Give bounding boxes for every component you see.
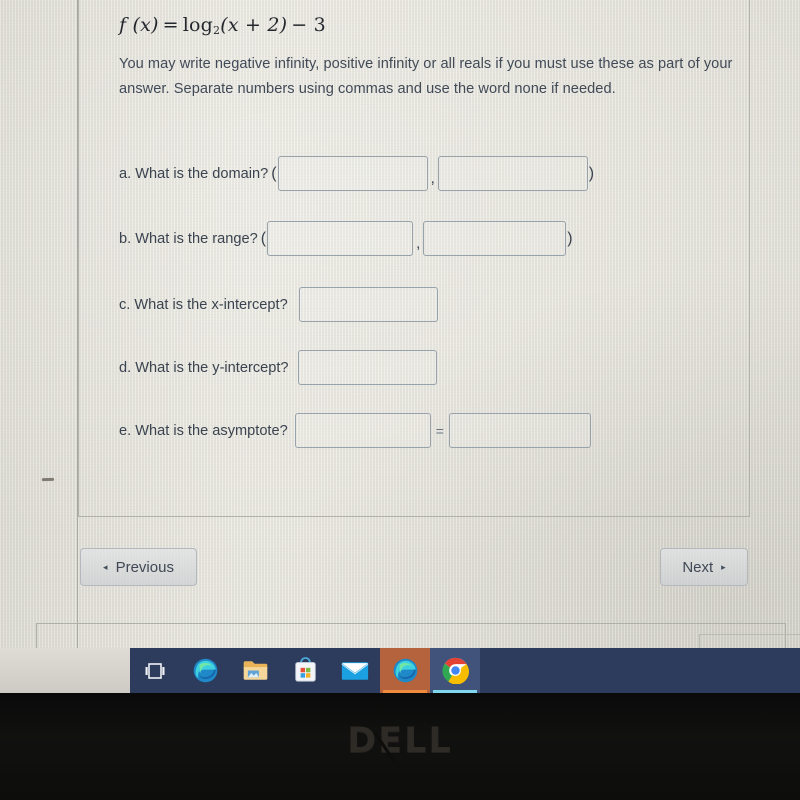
asymptote-variable-input[interactable]: [294, 413, 431, 448]
range-lower-input[interactable]: [267, 221, 414, 256]
range-upper-input[interactable]: [423, 221, 567, 256]
microsoft-edge-icon: [193, 658, 217, 683]
microsoft-edge-button[interactable]: [180, 648, 230, 693]
question-row-d: d. What is the y-intercept?: [119, 350, 437, 385]
chevron-left-icon: ◂: [103, 561, 108, 572]
browser-page-content: f (x) = log2(x + 2) − 3 You may write negat…: [0, 0, 800, 666]
domain-upper-input[interactable]: [437, 156, 588, 191]
file-explorer-icon: [243, 661, 267, 680]
comma-separator-a: ,: [430, 170, 435, 187]
question-label-a: a. What is the domain?: [119, 165, 269, 182]
screen-smudge: [41, 477, 55, 482]
file-explorer-button[interactable]: [230, 648, 280, 693]
question-label-d: d. What is the y-intercept?: [119, 359, 289, 376]
instructions-text: You may write negative infinity, positiv…: [119, 56, 733, 97]
chevron-right-icon: ▸: [721, 561, 726, 572]
task-view-button[interactable]: [130, 648, 180, 693]
dell-logo-letter-l2: L: [428, 721, 453, 761]
task-view-icon: [145, 662, 165, 679]
google-chrome-icon: [441, 657, 469, 684]
formula-tail: − 3: [291, 14, 326, 36]
mail-button[interactable]: [330, 648, 380, 693]
previous-button-label: Previous: [115, 558, 174, 576]
question-label-e: e. What is the asymptote?: [119, 422, 288, 439]
microsoft-edge-running-icon: [393, 658, 417, 683]
laptop-bezel: DELL: [0, 693, 800, 800]
microsoft-store-icon: [294, 657, 316, 682]
google-chrome-button[interactable]: [430, 648, 480, 693]
close-paren-a: ): [588, 164, 595, 182]
page-left-rail: [0, 0, 78, 656]
question-row-e: e. What is the asymptote? =: [119, 413, 591, 448]
x-intercept-input[interactable]: [298, 287, 438, 322]
question-label-c: c. What is the x-intercept?: [119, 296, 288, 313]
next-button-label: Next: [682, 558, 714, 576]
next-button[interactable]: Next ▸: [660, 548, 748, 586]
formula-equals: =: [162, 14, 179, 36]
function-formula: f (x) = log2(x + 2) − 3: [119, 14, 330, 37]
laptop-screen-photo: f (x) = log2(x + 2) − 3 You may write negat…: [0, 0, 800, 800]
open-paren-a: (: [271, 164, 277, 182]
mail-icon: [341, 661, 369, 680]
close-paren-b: ): [567, 229, 573, 247]
question-row-a: a. What is the domain? ( , ): [119, 156, 595, 191]
question-card: f (x) = log2(x + 2) − 3 You may write negat…: [78, 0, 750, 517]
dell-logo-letter-e: E: [378, 721, 405, 761]
question-row-b: b. What is the range? ( , ): [119, 221, 574, 256]
windows-taskbar: [130, 648, 800, 693]
previous-button[interactable]: ◂ Previous: [80, 548, 197, 586]
formula-argument: (x + 2): [220, 14, 288, 36]
dell-logo: DELL: [0, 721, 800, 761]
asymptote-value-input[interactable]: [448, 413, 591, 448]
question-label-b: b. What is the range?: [119, 230, 258, 247]
equals-separator-e: =: [435, 422, 444, 439]
open-paren-b: (: [260, 229, 267, 247]
screen-left-edge: [0, 648, 130, 693]
microsoft-store-button[interactable]: [280, 648, 330, 693]
comma-separator-b: ,: [416, 235, 421, 252]
y-intercept-input[interactable]: [297, 350, 437, 385]
domain-lower-input[interactable]: [277, 156, 428, 191]
question-row-c: c. What is the x-intercept?: [119, 287, 438, 322]
formula-log: log: [182, 14, 214, 36]
dell-logo-letter-d: D: [347, 721, 379, 761]
microsoft-edge-running-button[interactable]: [380, 648, 430, 693]
formula-lhs: f (x): [119, 14, 159, 36]
